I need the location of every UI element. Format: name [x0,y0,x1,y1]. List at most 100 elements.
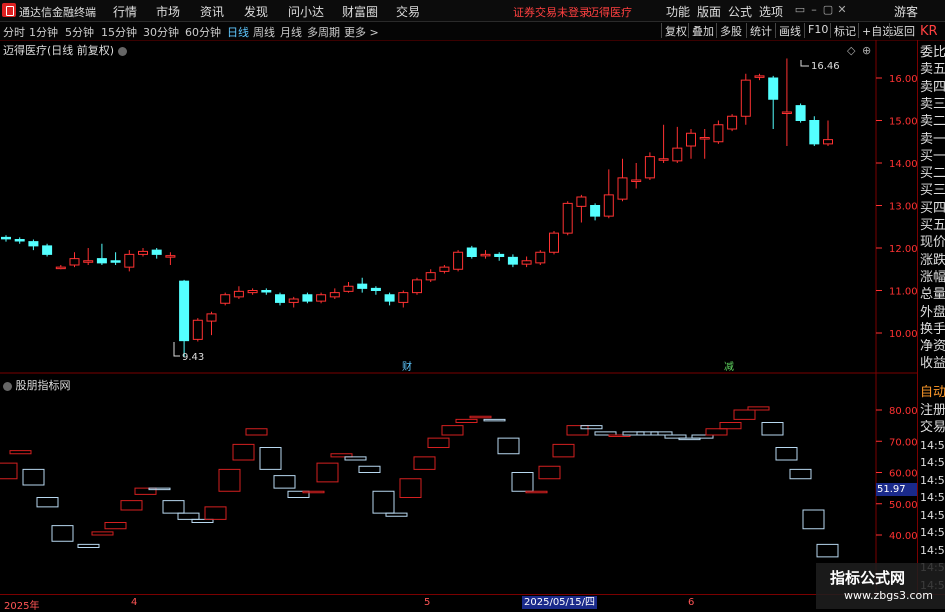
candle [233,286,244,299]
panel-field-label: 买二 [920,166,945,182]
indicator-box [733,409,756,420]
indicator-box [9,450,32,455]
candle-body [521,260,532,265]
candle-body [83,260,94,263]
menu-options[interactable]: 选项 [759,3,783,20]
candle-body [55,266,66,270]
candle [713,120,724,144]
menu-function[interactable]: 功能 [666,3,690,20]
candle [206,311,217,336]
panel-action-label[interactable]: 注册 [920,403,945,419]
indicator-tick: 80.00 [889,406,917,417]
candle-body [549,232,559,253]
back-button[interactable]: 返回 [889,23,918,38]
indicator-box [162,500,185,514]
indicator-box [816,543,839,558]
candle [1,235,11,242]
stock-name-link[interactable]: 迈得医疗 [588,4,632,20]
candle [727,114,738,132]
indicator-label[interactable]: 股朋指标网 [3,377,71,393]
guest-user[interactable]: 游客 [894,3,918,20]
indicator-box [538,465,561,480]
indicator-dropdown-icon[interactable] [3,381,12,391]
indicator-box [789,468,812,480]
period-tab-more[interactable]: 更多 > [344,24,379,40]
candle [384,292,395,306]
menu-ask-xiaoda[interactable]: 问小达 [288,3,324,20]
draw-line-button[interactable]: 画线 [775,23,804,38]
menu-news[interactable]: 资讯 [200,3,224,20]
menu-market[interactable]: 市场 [156,3,180,20]
candle-body [768,77,779,100]
kline-chart-area[interactable]: 16.00 15.00 14.00 13.00 12.00 11.00 10.0… [0,40,917,594]
finance-marker[interactable]: 财 [402,360,412,373]
period-tab-multi[interactable]: 多周期 [307,24,340,40]
period-tab-15min[interactable]: 15分钟 [101,24,137,40]
period-tab-intraday[interactable]: 分时 [3,24,25,40]
candle [603,169,614,219]
panel-field-label: 卖二 [920,114,945,130]
indicator-current-value: 51.97 [876,483,917,496]
period-tab-5min[interactable]: 5分钟 [65,24,94,40]
date-tick: 6 [688,597,695,608]
candle [590,203,601,221]
minimize-icon[interactable]: – [807,3,821,17]
candle-body [466,247,477,257]
candle [329,288,340,299]
period-tab-30min[interactable]: 30分钟 [143,24,179,40]
low-price-label: 9.43 [182,352,204,363]
indicator-box [441,425,464,436]
chart-grid [0,40,917,594]
candle [521,256,532,268]
maximize-icon[interactable]: ▢ [821,3,835,17]
period-tab-60min[interactable]: 60分钟 [185,24,221,40]
price-tick: 12.00 [889,244,917,255]
menu-formula[interactable]: 公式 [728,3,752,20]
period-tab-1min[interactable]: 1分钟 [29,24,58,40]
period-tab-weekly[interactable]: 周线 [253,24,275,40]
reduce-holding-marker[interactable]: 减 [724,361,734,373]
low-marker-line [173,342,180,357]
candle-body [151,249,162,255]
candle-body [42,245,53,255]
menu-trade[interactable]: 交易 [396,3,420,20]
candle [617,158,628,202]
adjust-button[interactable]: 复权 [661,23,690,38]
indicator-box [245,428,268,436]
restore-icon[interactable]: ▭ [793,3,807,17]
candle-body [302,294,313,302]
candle [69,252,80,268]
mark-button[interactable]: 标记 [830,23,859,38]
indicator-box [413,456,436,470]
indicator-box [273,475,296,489]
menu-discover[interactable]: 发现 [244,3,268,20]
candle-body [343,285,354,292]
indicator-box [148,487,171,491]
f10-button[interactable]: F10 [804,23,831,38]
close-icon[interactable]: ✕ [835,3,849,17]
candle-body [754,75,765,78]
period-tab-monthly[interactable]: 月线 [280,24,302,40]
indicator-box [316,462,339,483]
candle-body [247,290,258,294]
candle-body [439,266,450,272]
period-tab-daily[interactable]: 日线 [227,24,249,40]
panel-action-label[interactable]: 交易 [920,420,945,436]
menu-wealth-circle[interactable]: 财富圈 [342,3,378,20]
panel-action-label[interactable]: 自动 [920,385,945,401]
indicator-box [302,490,325,494]
candle [494,252,505,261]
dropdown-icon[interactable] [118,46,128,56]
zoom-icon[interactable]: ⊕ [862,44,871,57]
multi-stock-button[interactable]: 多股 [716,23,745,38]
panel-field-label: 净资 [920,339,945,355]
statistics-button[interactable]: 统计 [746,23,775,38]
overlay-button[interactable]: 叠加 [688,23,717,38]
candle [809,116,820,146]
login-status[interactable]: 证券交易未登录 [513,4,590,20]
indicator-box [36,497,59,508]
diamond-icon[interactable]: ◇ [847,44,856,57]
menu-market-quotes[interactable]: 行情 [113,3,137,20]
menu-layout[interactable]: 版面 [697,3,721,20]
candle [686,129,696,159]
